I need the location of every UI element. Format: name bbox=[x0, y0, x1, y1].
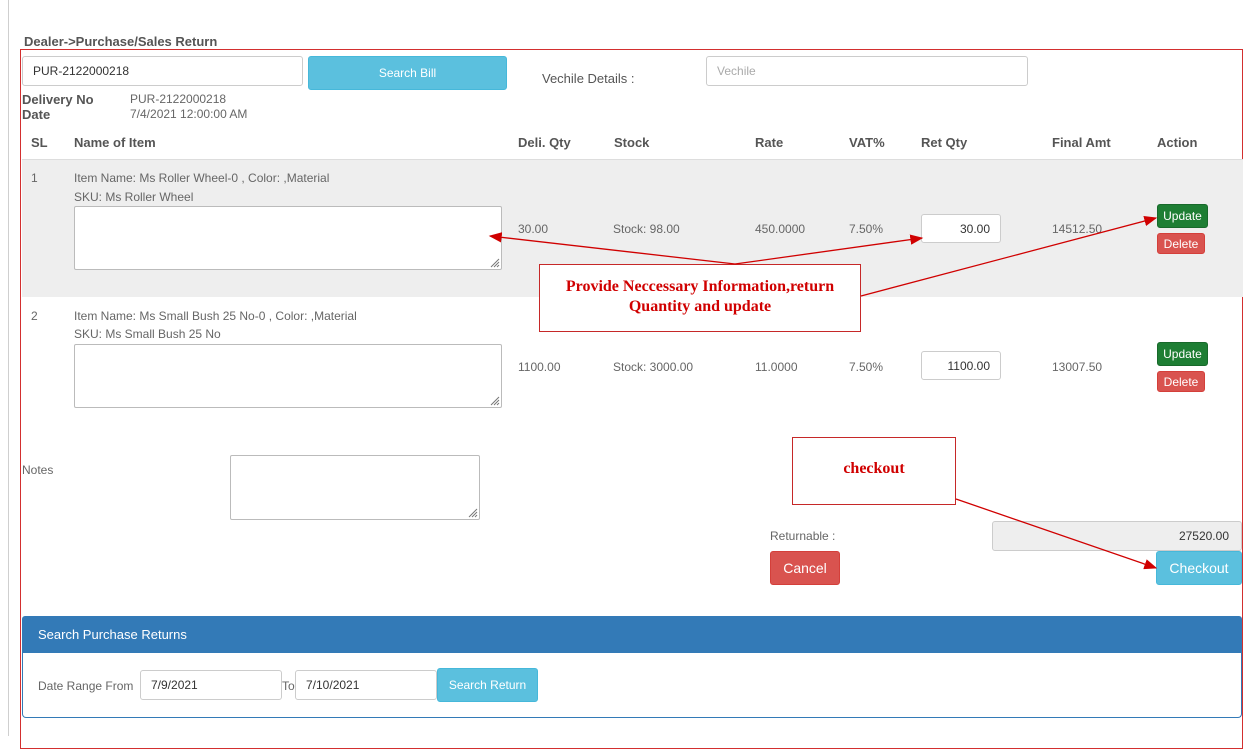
returnable-label: Returnable : bbox=[770, 529, 836, 543]
cancel-button[interactable]: Cancel bbox=[770, 551, 840, 585]
row-ret-qty-input[interactable]: 30.00 bbox=[921, 214, 1001, 243]
row-final-amt: 13007.50 bbox=[1052, 360, 1103, 374]
row-sku: SKU: Ms Roller Wheel bbox=[74, 190, 194, 204]
search-bill-button[interactable]: Search Bill bbox=[308, 56, 507, 90]
info-callout: Provide Neccessary Information,return Qu… bbox=[539, 264, 861, 332]
col-header-final-amt: Final Amt bbox=[1052, 135, 1111, 150]
vehicle-details-label: Vechile Details : bbox=[542, 71, 635, 86]
col-header-stock: Stock bbox=[614, 135, 650, 150]
col-header-vat: VAT% bbox=[849, 135, 885, 150]
delete-button[interactable]: Delete bbox=[1157, 371, 1205, 392]
notes-label: Notes bbox=[22, 463, 54, 477]
notes-textarea[interactable] bbox=[230, 455, 480, 520]
resize-grip-icon[interactable] bbox=[466, 506, 478, 518]
date-to-input[interactable]: 7/10/2021 bbox=[295, 670, 437, 700]
row-description-textarea[interactable] bbox=[74, 206, 502, 270]
row-vat: 7.50% bbox=[849, 222, 884, 236]
row-deli-qty: 30.00 bbox=[518, 222, 549, 236]
row-rate: 11.0000 bbox=[755, 360, 798, 374]
col-header-deli-qty: Deli. Qty bbox=[518, 135, 571, 150]
breadcrumb: Dealer->Purchase/Sales Return bbox=[24, 34, 218, 49]
delivery-no-label: Delivery No bbox=[22, 92, 94, 107]
row-item-name: Item Name: Ms Small Bush 25 No-0 , Color… bbox=[74, 309, 357, 323]
checkout-button[interactable]: Checkout bbox=[1156, 551, 1242, 585]
row-ret-qty-input[interactable]: 1100.00 bbox=[921, 351, 1001, 380]
delivery-no-value: PUR-2122000218 bbox=[130, 92, 227, 106]
search-return-button[interactable]: Search Return bbox=[437, 668, 538, 702]
row-final-amt: 14512.50 bbox=[1052, 222, 1103, 236]
update-button[interactable]: Update bbox=[1157, 342, 1208, 366]
vehicle-input[interactable]: Vechile bbox=[706, 56, 1028, 86]
col-header-action: Action bbox=[1157, 135, 1198, 150]
row-sku: SKU: Ms Small Bush 25 No bbox=[74, 327, 221, 341]
col-header-rate: Rate bbox=[755, 135, 784, 150]
delete-button[interactable]: Delete bbox=[1157, 233, 1205, 254]
left-border bbox=[8, 0, 9, 736]
bill-search-input[interactable]: PUR-2122000218 bbox=[22, 56, 303, 86]
returnable-amount-field: 27520.00 bbox=[992, 521, 1242, 551]
resize-grip-icon[interactable] bbox=[488, 256, 500, 268]
checkout-callout: checkout bbox=[792, 437, 956, 505]
row-stock: Stock: 98.00 bbox=[613, 222, 680, 236]
date-label: Date bbox=[22, 107, 51, 122]
update-button[interactable]: Update bbox=[1157, 204, 1208, 228]
col-header-ret-qty: Ret Qty bbox=[921, 135, 968, 150]
date-to-label: To bbox=[282, 679, 295, 693]
date-range-from-label: Date Range From bbox=[38, 679, 134, 693]
row-sl: 1 bbox=[31, 171, 38, 185]
date-from-input[interactable]: 7/9/2021 bbox=[140, 670, 282, 700]
row-stock: Stock: 3000.00 bbox=[613, 360, 694, 374]
resize-grip-icon[interactable] bbox=[488, 394, 500, 406]
row-item-name: Item Name: Ms Roller Wheel-0 , Color: ,M… bbox=[74, 171, 330, 185]
col-header-item: Name of Item bbox=[74, 135, 156, 150]
info-callout-line1: Provide Neccessary Information,return bbox=[565, 278, 835, 295]
row-sl: 2 bbox=[31, 309, 38, 323]
date-value: 7/4/2021 12:00:00 AM bbox=[130, 107, 248, 121]
row-vat: 7.50% bbox=[849, 360, 884, 374]
col-header-sl: SL bbox=[31, 135, 48, 150]
row-rate: 450.0000 bbox=[755, 222, 806, 236]
row-deli-qty: 1100.00 bbox=[518, 360, 561, 374]
row-description-textarea[interactable] bbox=[74, 344, 502, 408]
info-callout-line2: Quantity and update bbox=[628, 298, 772, 315]
search-returns-panel-header: Search Purchase Returns bbox=[22, 616, 1242, 653]
